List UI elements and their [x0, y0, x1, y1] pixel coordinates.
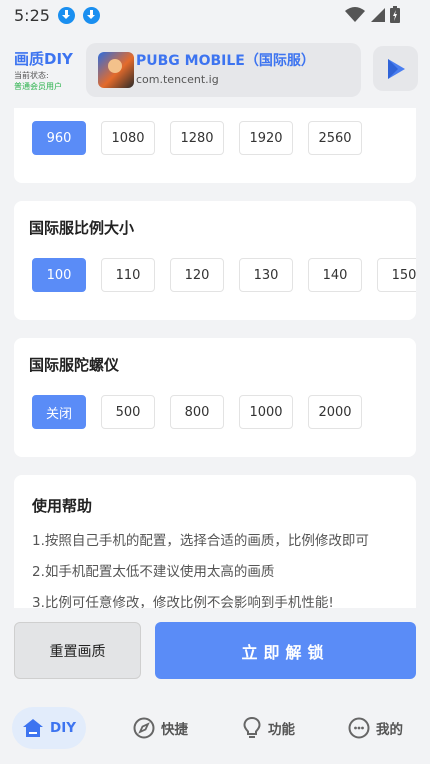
help-line: 2.如手机配置太低不建议使用太高的画质	[32, 564, 275, 580]
download-icon	[82, 6, 100, 24]
lightbulb-icon	[243, 716, 261, 738]
signal-icon	[371, 7, 385, 22]
ratio-option[interactable]: 100	[32, 258, 86, 292]
game-name: PUBG MOBILE（国际服）	[136, 53, 315, 69]
help-card: 使用帮助 1.按照自己手机的配置，选择合适的画质，比例修改即可 2.如手机配置太…	[14, 475, 416, 608]
user-type: 普通会员用户	[14, 82, 62, 91]
home-icon	[23, 719, 43, 737]
game-package: com.tencent.ig	[136, 73, 219, 86]
resolution-options: 960 1080 1280 1920 2560	[32, 121, 362, 155]
bottom-nav: DIY 快捷 功能 我的	[0, 700, 430, 764]
battery-icon	[390, 6, 400, 23]
ratio-card: 国际服比例大小 100 110 120 130 140 150	[14, 201, 416, 320]
ratio-option[interactable]: 150	[377, 258, 416, 292]
tab-label: 功能	[268, 722, 295, 738]
profile-icon	[348, 717, 370, 739]
settings-scroll-area[interactable]: 960 1080 1280 1920 2560 国际服比例大小 100 110 …	[0, 108, 430, 608]
tab-mine[interactable]: 我的	[338, 707, 413, 749]
tab-label: DIY	[50, 720, 77, 736]
tab-diy[interactable]: DIY	[12, 707, 87, 749]
app-header: 画质DIY 当前状态: 普通会员用户 PUBG MOBILE（国际服） com.…	[0, 30, 430, 108]
gyro-options: 关闭 500 800 1000 2000	[32, 395, 362, 429]
tab-label: 我的	[376, 722, 403, 738]
tab-features[interactable]: 功能	[232, 707, 305, 749]
ratio-option[interactable]: 110	[101, 258, 155, 292]
wifi-icon	[345, 6, 365, 22]
gyro-option[interactable]: 关闭	[32, 395, 86, 429]
ratio-title: 国际服比例大小	[29, 219, 135, 237]
resolution-option[interactable]: 960	[32, 121, 86, 155]
unlock-button[interactable]: 立即解锁	[155, 622, 416, 679]
help-line: 3.比例可任意修改，修改比例不会影响到手机性能!	[32, 595, 334, 608]
gyro-option[interactable]: 500	[101, 395, 155, 429]
gyro-option[interactable]: 2000	[308, 395, 362, 429]
brand-block: 画质DIY 当前状态: 普通会员用户	[14, 50, 73, 92]
ratio-option[interactable]: 130	[239, 258, 293, 292]
status-bar: 5:25	[0, 0, 430, 30]
resolution-option[interactable]: 1280	[170, 121, 224, 155]
status-label: 当前状态:	[14, 71, 49, 80]
action-bar: 重置画质 立即解锁	[0, 608, 430, 700]
compass-icon	[133, 717, 155, 739]
game-logo-icon	[98, 52, 134, 88]
download-icon	[57, 6, 75, 24]
tab-shortcut[interactable]: 快捷	[123, 707, 198, 749]
gyro-option[interactable]: 800	[170, 395, 224, 429]
gyro-option[interactable]: 1000	[239, 395, 293, 429]
resolution-option[interactable]: 2560	[308, 121, 362, 155]
help-title: 使用帮助	[32, 497, 93, 515]
resolution-option[interactable]: 1080	[101, 121, 155, 155]
ratio-options: 100 110 120 130 140 150	[32, 258, 416, 292]
gyro-title: 国际服陀螺仪	[29, 356, 120, 374]
game-selector[interactable]: PUBG MOBILE（国际服） com.tencent.ig	[86, 43, 361, 97]
help-line: 1.按照自己手机的配置，选择合适的画质，比例修改即可	[32, 533, 369, 549]
app-title: 画质DIY	[14, 50, 73, 68]
resolution-option[interactable]: 1920	[239, 121, 293, 155]
ratio-option[interactable]: 120	[170, 258, 224, 292]
ratio-option[interactable]: 140	[308, 258, 362, 292]
status-time: 5:25	[14, 5, 50, 25]
tab-label: 快捷	[161, 722, 188, 738]
reset-quality-button[interactable]: 重置画质	[14, 622, 141, 679]
resolution-card: 960 1080 1280 1920 2560	[14, 108, 416, 183]
gyro-card: 国际服陀螺仪 关闭 500 800 1000 2000	[14, 338, 416, 457]
launch-game-button[interactable]	[373, 46, 418, 91]
play-store-icon	[387, 58, 405, 79]
